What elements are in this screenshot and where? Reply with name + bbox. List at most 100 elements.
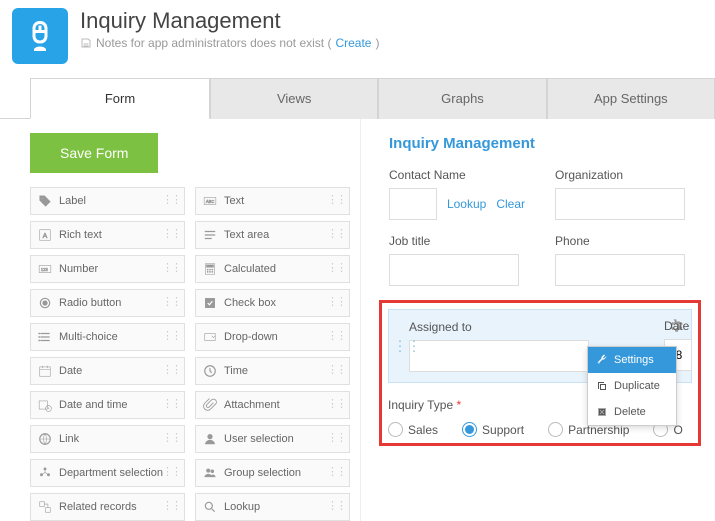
palette-link[interactable]: Link ⋮⋮ (30, 425, 185, 453)
palette-item-label: Number (59, 263, 98, 275)
radio-icon (37, 295, 53, 311)
palette-time[interactable]: Time ⋮⋮ (195, 357, 350, 385)
radio-circle-icon (462, 422, 477, 437)
form-canvas: Inquiry Management Contact Name Lookup C… (360, 119, 715, 521)
field-context-menu: Settings Duplicate Delete (587, 346, 677, 426)
palette-group-selection[interactable]: Group selection ⋮⋮ (195, 459, 350, 487)
menu-duplicate[interactable]: Duplicate (588, 373, 676, 399)
radio-circle-icon (548, 422, 563, 437)
radio-support[interactable]: Support (462, 422, 524, 437)
assigned-to-input[interactable] (409, 340, 589, 372)
drag-dots-icon: ⋮⋮ (327, 227, 345, 240)
phone-input[interactable] (555, 254, 685, 286)
drag-dots-icon: ⋮⋮ (327, 329, 345, 342)
svg-text:A: A (43, 233, 48, 240)
palette-item-label: Radio button (59, 297, 121, 309)
rel-icon (37, 499, 53, 515)
assigned-to-field[interactable]: ⋮⋮ Assigned to Settings Duplicate (388, 309, 692, 383)
palette-label[interactable]: Label ⋮⋮ (30, 187, 185, 215)
tab-bar: Form Views Graphs App Settings (30, 78, 715, 119)
clip-icon (202, 397, 218, 413)
palette-item-label: Text (224, 195, 244, 207)
radio-circle-icon (388, 422, 403, 437)
drag-handle-icon[interactable]: ⋮⋮ (393, 338, 421, 355)
highlighted-region: ⋮⋮ Assigned to Settings Duplicate (379, 300, 701, 446)
palette-item-label: Lookup (224, 501, 260, 513)
svg-text:ABC: ABC (206, 199, 214, 204)
save-form-button[interactable]: Save Form (30, 133, 158, 173)
contact-name-input[interactable] (389, 188, 437, 220)
palette-radio-button[interactable]: Radio button⋮⋮ (30, 289, 185, 317)
create-note-link[interactable]: Create (335, 36, 371, 50)
menu-delete[interactable]: Delete (588, 399, 676, 425)
tab-form[interactable]: Form (30, 78, 210, 119)
tab-views[interactable]: Views (210, 78, 378, 119)
date-label: Date (664, 319, 692, 333)
A-icon: A (37, 227, 53, 243)
drag-dots-icon: ⋮⋮ (162, 363, 180, 376)
palette-item-label: Group selection (224, 467, 301, 479)
drag-dots-icon: ⋮⋮ (162, 261, 180, 274)
jobtitle-label: Job title (389, 234, 525, 248)
palette-rich-text[interactable]: ARich text⋮⋮ (30, 221, 185, 249)
drag-dots-icon: ⋮⋮ (162, 431, 180, 444)
palette-item-label: Calculated (224, 263, 276, 275)
palette-item-label: Time (224, 365, 248, 377)
tab-appsettings[interactable]: App Settings (547, 78, 715, 119)
radio-sales[interactable]: Sales (388, 422, 438, 437)
tab-graphs[interactable]: Graphs (378, 78, 546, 119)
drag-dots-icon: ⋮⋮ (327, 363, 345, 376)
palette-item-label: Check box (224, 297, 276, 309)
assigned-to-label: Assigned to (409, 320, 679, 334)
palette-number[interactable]: 123 Number ⋮⋮ (30, 255, 185, 283)
drag-dots-icon: ⋮⋮ (162, 193, 180, 206)
list-icon (37, 329, 53, 345)
organization-input[interactable] (555, 188, 685, 220)
organization-label: Organization (555, 168, 691, 182)
drag-dots-icon: ⋮⋮ (327, 295, 345, 308)
palette-date-and-time[interactable]: Date and time⋮⋮ (30, 391, 185, 419)
palette-lookup[interactable]: Lookup⋮⋮ (195, 493, 350, 521)
drag-dots-icon: ⋮⋮ (162, 499, 180, 512)
palette-related-records[interactable]: Related records⋮⋮ (30, 493, 185, 521)
palette-drop-down[interactable]: Drop-down⋮⋮ (195, 323, 350, 351)
palette-calculated[interactable]: Calculated ⋮⋮ (195, 255, 350, 283)
palette-item-label: Date (59, 365, 82, 377)
palette-attachment[interactable]: Attachment ⋮⋮ (195, 391, 350, 419)
palette-item-label: Label (59, 195, 86, 207)
palette-item-label: Date and time (59, 399, 127, 411)
palette-text-area[interactable]: Text area⋮⋮ (195, 221, 350, 249)
palette-multi-choice[interactable]: Multi-choice⋮⋮ (30, 323, 185, 351)
svg-text:123: 123 (41, 267, 49, 272)
canvas-title: Inquiry Management (389, 135, 691, 152)
date-icon (37, 363, 53, 379)
menu-settings[interactable]: Settings (588, 347, 676, 373)
drag-dots-icon: ⋮⋮ (327, 261, 345, 274)
abc-icon: ABC (202, 193, 218, 209)
drag-dots-icon: ⋮⋮ (327, 465, 345, 478)
palette-date[interactable]: Date ⋮⋮ (30, 357, 185, 385)
check-icon (202, 295, 218, 311)
palette-user-selection[interactable]: User selection⋮⋮ (195, 425, 350, 453)
contact-name-label: Contact Name (389, 168, 525, 182)
app-icon (12, 8, 68, 64)
inquiry-type-label: Inquiry Type (388, 398, 453, 412)
datetime-icon (37, 397, 53, 413)
link-icon (37, 431, 53, 447)
clear-link[interactable]: Clear (496, 197, 525, 211)
admin-note: Notes for app administrators does not ex… (80, 36, 379, 50)
palette-item-label: Attachment (224, 399, 280, 411)
phone-label: Phone (555, 234, 691, 248)
drag-dots-icon: ⋮⋮ (327, 397, 345, 410)
drag-dots-icon: ⋮⋮ (162, 329, 180, 342)
palette-text[interactable]: ABC Text ⋮⋮ (195, 187, 350, 215)
time-icon (202, 363, 218, 379)
palette-department-selection[interactable]: Department selection⋮⋮ (30, 459, 185, 487)
jobtitle-input[interactable] (389, 254, 519, 286)
lookup-link[interactable]: Lookup (447, 197, 486, 211)
drag-dots-icon: ⋮⋮ (327, 193, 345, 206)
palette-item-label: Link (59, 433, 79, 445)
palette-check-box[interactable]: Check box ⋮⋮ (195, 289, 350, 317)
radio-label: Support (482, 423, 524, 437)
user-icon (202, 431, 218, 447)
